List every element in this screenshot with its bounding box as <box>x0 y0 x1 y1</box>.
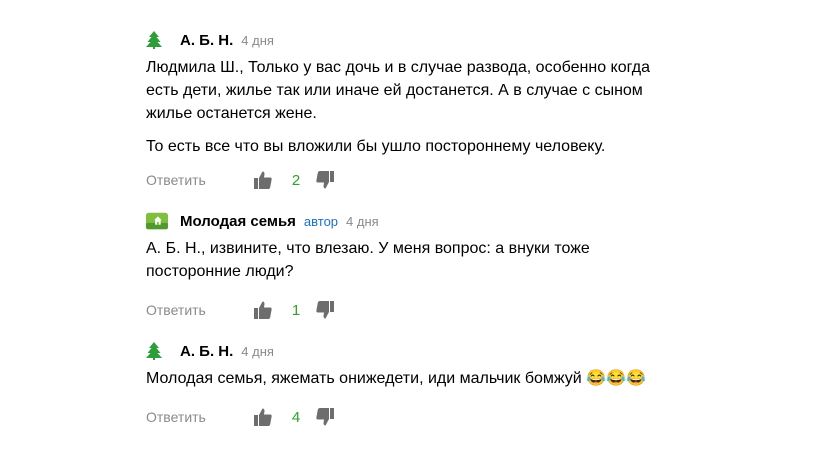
comment: Молодая семья автор 4 дня А. Б. Н., изви… <box>146 211 686 319</box>
comment-text: Людмила Ш., Только у вас дочь и в случае… <box>146 56 686 158</box>
comment-time: 4 дня <box>346 213 379 229</box>
author-name[interactable]: Молодая семья <box>180 213 296 230</box>
thumbs-up-icon[interactable] <box>254 300 276 320</box>
reply-button[interactable]: Ответить <box>146 172 254 188</box>
thumbs-down-icon[interactable] <box>316 300 338 320</box>
comment-paragraph: То есть все что вы вложили бы ушло посто… <box>146 138 606 155</box>
comment-header: А. Б. Н. 4 дня <box>146 30 686 50</box>
thumbs-up-icon[interactable] <box>254 407 276 427</box>
thumbs-down-icon[interactable] <box>316 407 338 427</box>
comment-time: 4 дня <box>241 343 274 359</box>
author-badge: автор <box>303 213 339 229</box>
thumbs-down-icon[interactable] <box>316 170 338 190</box>
author-name[interactable]: А. Б. Н. <box>180 343 233 360</box>
reply-button[interactable]: Ответить <box>146 302 254 318</box>
like-count: 4 <box>291 408 301 426</box>
comment-paragraph: А. Б. Н., извините, что влезаю. У меня в… <box>146 240 590 280</box>
comment: А. Б. Н. 4 дня Молодая семья, яжемать он… <box>146 341 686 426</box>
comment-header: Молодая семья автор 4 дня <box>146 211 686 231</box>
comment-text: А. Б. Н., извините, что влезаю. У меня в… <box>146 237 686 283</box>
comment-paragraph: Людмила Ш., Только у вас дочь и в случае… <box>146 59 650 122</box>
thumbs-up-icon[interactable] <box>254 170 276 190</box>
comment-header: А. Б. Н. 4 дня <box>146 341 686 361</box>
comment-time: 4 дня <box>241 32 274 48</box>
tree-icon[interactable] <box>146 30 168 50</box>
like-count: 1 <box>291 301 301 319</box>
comment-actions: Ответить 2 <box>146 169 338 191</box>
reply-button[interactable]: Ответить <box>146 409 254 425</box>
tree-icon[interactable] <box>146 341 168 361</box>
author-name[interactable]: А. Б. Н. <box>180 32 233 49</box>
comment-paragraph: Молодая семья, яжемать онижедети, иди ма… <box>146 370 646 387</box>
comment: А. Б. Н. 4 дня Людмила Ш., Только у вас … <box>146 30 686 189</box>
like-count: 2 <box>291 171 301 189</box>
comment-actions: Ответить 4 <box>146 406 338 428</box>
comment-text: Молодая семья, яжемать онижедети, иди ма… <box>146 367 686 390</box>
house-logo-icon[interactable] <box>146 211 168 231</box>
comment-actions: Ответить 1 <box>146 299 338 321</box>
